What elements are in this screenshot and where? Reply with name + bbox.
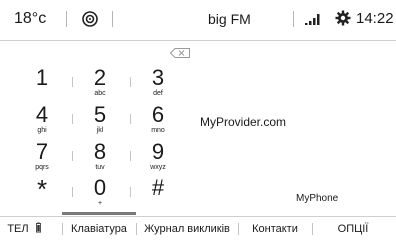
keypad-divider	[130, 187, 131, 197]
key-letters: mno	[151, 127, 165, 134]
key-star[interactable]: *	[17, 176, 67, 216]
tab-keypad[interactable]: Клавіатура	[63, 217, 135, 241]
tab-label: ТЕЛ	[7, 223, 29, 235]
keypad-divider	[72, 151, 73, 161]
key-digit: 7	[35, 139, 49, 164]
status-divider	[66, 11, 67, 27]
tab-label: Журнал викликів	[144, 223, 230, 235]
keypad-divider	[130, 114, 131, 124]
tab-phone[interactable]: ТЕЛ	[2, 217, 46, 241]
key-digit: *	[36, 174, 48, 204]
status-divider	[112, 11, 113, 27]
radio-icon[interactable]	[80, 9, 100, 29]
key-digit: 8	[93, 139, 107, 164]
key-4[interactable]: 4 ghi	[17, 103, 67, 143]
connected-device-name: MyPhone	[296, 193, 339, 204]
key-letters: def	[153, 90, 163, 97]
key-digit: 1	[35, 65, 49, 90]
key-hash[interactable]: #	[133, 176, 183, 216]
station-name: big FM	[208, 11, 251, 27]
status-bar: 18°c big FM 14:22	[0, 0, 396, 41]
key-5[interactable]: 5 jkl	[75, 103, 125, 143]
tab-label: Клавіатура	[71, 223, 127, 235]
key-letters: ghi	[37, 127, 47, 134]
key-letters: wxyz	[150, 164, 166, 171]
keypad-divider	[130, 151, 131, 161]
key-letters: abc	[94, 90, 106, 97]
key-2[interactable]: 2 abc	[75, 66, 125, 106]
key-digit: 9	[151, 139, 165, 164]
temperature-readout: 18°c	[14, 10, 47, 27]
status-divider	[293, 11, 294, 27]
keypad-divider	[72, 187, 73, 197]
keypad-divider	[130, 77, 131, 87]
key-digit: #	[151, 175, 165, 200]
key-digit: 3	[151, 65, 165, 90]
key-letters: pqrs	[35, 164, 49, 171]
key-digit: 6	[151, 102, 165, 127]
key-digit: 4	[35, 102, 49, 127]
active-tab-indicator	[62, 212, 136, 215]
bottom-tab-bar: ТЕЛ Клавіатура Журнал викликів Контакти …	[0, 216, 396, 241]
key-8[interactable]: 8 tuv	[75, 140, 125, 180]
phone-battery-icon	[35, 222, 41, 233]
keypad-divider	[72, 114, 73, 124]
key-6[interactable]: 6 mno	[133, 103, 183, 143]
tab-options[interactable]: ОПЦІЇ	[313, 217, 393, 241]
signal-strength-icon	[305, 14, 320, 25]
tab-label: ОПЦІЇ	[337, 223, 369, 235]
key-letters: tuv	[95, 164, 105, 171]
key-digit: 2	[93, 65, 107, 90]
provider-name: MyProvider.com	[200, 115, 287, 129]
key-1[interactable]: 1	[17, 66, 67, 106]
key-digit: 0	[93, 175, 107, 200]
tab-call-log[interactable]: Журнал викликів	[137, 217, 237, 241]
key-9[interactable]: 9 wxyz	[133, 140, 183, 180]
tab-contacts[interactable]: Контакти	[239, 217, 311, 241]
backspace-icon[interactable]	[170, 48, 190, 58]
key-letters: jkl	[96, 127, 104, 134]
key-3[interactable]: 3 def	[133, 66, 183, 106]
key-letters: +	[97, 200, 103, 207]
keypad-divider	[72, 77, 73, 87]
key-0[interactable]: 0 +	[75, 176, 125, 216]
settings-gear-icon[interactable]	[335, 10, 351, 26]
tab-label: Контакти	[252, 223, 298, 235]
clock: 14:22	[356, 10, 394, 27]
key-digit: 5	[93, 102, 107, 127]
